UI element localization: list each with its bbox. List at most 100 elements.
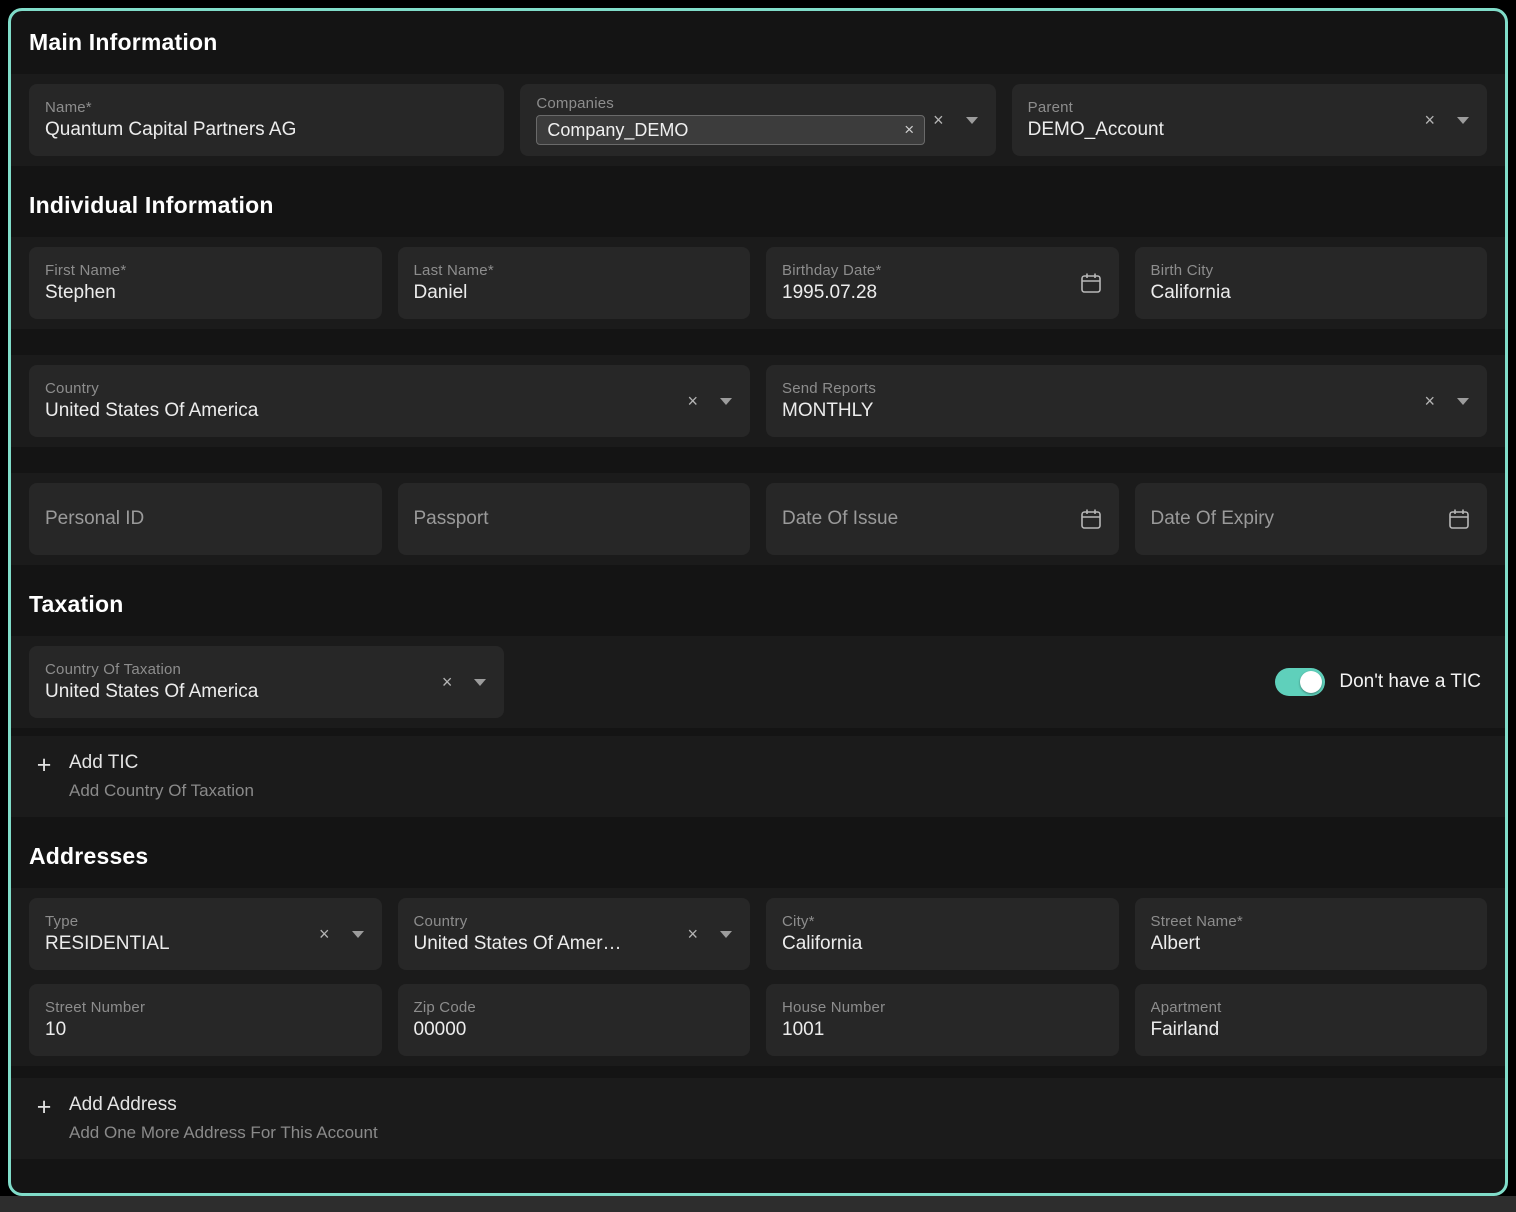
- date-of-expiry-field[interactable]: Date Of Expiry: [1135, 483, 1488, 555]
- house-number-field[interactable]: House Number 1001: [766, 984, 1119, 1056]
- first-name-value: Stephen: [45, 282, 358, 304]
- add-tic-plus-icon: +: [35, 753, 53, 778]
- last-name-value: Daniel: [414, 282, 727, 304]
- page-bottom-strip: [0, 1196, 1516, 1212]
- send-reports-value: MONTHLY: [782, 400, 1416, 422]
- address-country-field[interactable]: Country United States Of Amer… ×: [398, 898, 751, 970]
- personal-id-field[interactable]: Personal ID: [29, 483, 382, 555]
- street-name-field[interactable]: Street Name* Albert: [1135, 898, 1488, 970]
- dont-have-tic-toggle[interactable]: [1275, 668, 1325, 696]
- toggle-knob: [1300, 671, 1322, 693]
- birthday-date-label: Birthday Date*: [782, 262, 1071, 279]
- last-name-label: Last Name*: [414, 262, 727, 279]
- send-reports-clear-icon[interactable]: ×: [1424, 392, 1435, 410]
- add-address-button[interactable]: + Add Address Add One More Address For T…: [29, 1092, 384, 1145]
- add-tic-label: Add TIC: [69, 752, 254, 774]
- passport-placeholder: Passport: [414, 508, 735, 530]
- company-chip[interactable]: Company_DEMO ×: [536, 115, 925, 145]
- street-number-value: 10: [45, 1019, 358, 1041]
- add-address-row: + Add Address Add One More Address For T…: [11, 1078, 1505, 1159]
- address-city-field[interactable]: City* California: [766, 898, 1119, 970]
- birth-city-field[interactable]: Birth City California: [1135, 247, 1488, 319]
- country-of-taxation-chevron-down-icon[interactable]: [474, 679, 486, 686]
- birthday-date-value: 1995.07.28: [782, 282, 1071, 304]
- main-information-row: Name* Quantum Capital Partners AG Compan…: [11, 74, 1505, 166]
- name-field[interactable]: Name* Quantum Capital Partners AG: [29, 84, 504, 156]
- add-tic-row: + Add TIC Add Country Of Taxation: [11, 736, 1505, 817]
- first-name-field[interactable]: First Name* Stephen: [29, 247, 382, 319]
- date-of-issue-field[interactable]: Date Of Issue: [766, 483, 1119, 555]
- send-reports-field[interactable]: Send Reports MONTHLY ×: [766, 365, 1487, 437]
- zip-code-label: Zip Code: [414, 999, 727, 1016]
- individual-names-row: First Name* Stephen Last Name* Daniel Bi…: [11, 237, 1505, 329]
- birth-city-label: Birth City: [1151, 262, 1464, 279]
- date-of-expiry-placeholder: Date Of Expiry: [1151, 508, 1448, 530]
- country-of-taxation-label: Country Of Taxation: [45, 661, 434, 678]
- address-country-clear-icon[interactable]: ×: [687, 925, 698, 943]
- country-of-taxation-value: United States Of America: [45, 681, 434, 703]
- parent-label: Parent: [1028, 99, 1417, 116]
- address-type-label: Type: [45, 913, 311, 930]
- date-of-expiry-calendar-icon[interactable]: [1447, 507, 1471, 531]
- country-field[interactable]: Country United States Of America ×: [29, 365, 750, 437]
- address-type-value: RESIDENTIAL: [45, 933, 311, 955]
- company-chip-label: Company_DEMO: [547, 120, 688, 141]
- country-chevron-down-icon[interactable]: [720, 398, 732, 405]
- taxation-row: Country Of Taxation United States Of Ame…: [11, 636, 1505, 728]
- companies-chevron-down-icon[interactable]: [966, 117, 978, 124]
- passport-field[interactable]: Passport: [398, 483, 751, 555]
- address-city-value: California: [782, 933, 1095, 955]
- section-title-addresses: Addresses: [29, 843, 1487, 870]
- apartment-field[interactable]: Apartment Fairland: [1135, 984, 1488, 1056]
- parent-value: DEMO_Account: [1028, 119, 1417, 141]
- parent-chevron-down-icon[interactable]: [1457, 117, 1469, 124]
- last-name-field[interactable]: Last Name* Daniel: [398, 247, 751, 319]
- apartment-value: Fairland: [1151, 1019, 1464, 1041]
- apartment-label: Apartment: [1151, 999, 1464, 1016]
- address-country-label: Country: [414, 913, 680, 930]
- address-country-value: United States Of Amer…: [414, 933, 680, 955]
- send-reports-label: Send Reports: [782, 380, 1416, 397]
- section-title-individual-information: Individual Information: [29, 192, 1487, 219]
- parent-clear-icon[interactable]: ×: [1424, 111, 1435, 129]
- account-form-panel: Main Information Name* Quantum Capital P…: [8, 8, 1508, 1196]
- companies-field[interactable]: Companies Company_DEMO × ×: [520, 84, 995, 156]
- dont-have-tic-label: Don't have a TIC: [1339, 671, 1481, 693]
- address-city-label: City*: [782, 913, 1095, 930]
- birthday-date-field[interactable]: Birthday Date* 1995.07.28: [766, 247, 1119, 319]
- date-of-issue-calendar-icon[interactable]: [1079, 507, 1103, 531]
- addresses-rows: Type RESIDENTIAL × Country United States…: [11, 888, 1505, 1066]
- birthday-calendar-icon[interactable]: [1079, 271, 1103, 295]
- parent-field[interactable]: Parent DEMO_Account ×: [1012, 84, 1487, 156]
- companies-label: Companies: [536, 95, 925, 112]
- street-number-label: Street Number: [45, 999, 358, 1016]
- personal-id-placeholder: Personal ID: [45, 508, 366, 530]
- individual-country-row: Country United States Of America × Send …: [11, 355, 1505, 447]
- street-number-field[interactable]: Street Number 10: [29, 984, 382, 1056]
- country-of-taxation-clear-icon[interactable]: ×: [442, 673, 453, 691]
- add-tic-button[interactable]: + Add TIC Add Country Of Taxation: [29, 750, 260, 803]
- individual-documents-row: Personal ID Passport Date Of Issue Date …: [11, 473, 1505, 565]
- house-number-label: House Number: [782, 999, 1095, 1016]
- street-name-label: Street Name*: [1151, 913, 1464, 930]
- name-label: Name*: [45, 99, 480, 116]
- section-title-taxation: Taxation: [29, 591, 1487, 618]
- country-value: United States Of America: [45, 400, 679, 422]
- address-type-field[interactable]: Type RESIDENTIAL ×: [29, 898, 382, 970]
- section-title-main-information: Main Information: [29, 29, 1487, 56]
- send-reports-chevron-down-icon[interactable]: [1457, 398, 1469, 405]
- address-type-chevron-down-icon[interactable]: [352, 931, 364, 938]
- country-clear-icon[interactable]: ×: [687, 392, 698, 410]
- companies-clear-icon[interactable]: ×: [933, 111, 944, 129]
- name-value: Quantum Capital Partners AG: [45, 119, 480, 141]
- country-of-taxation-field[interactable]: Country Of Taxation United States Of Ame…: [29, 646, 504, 718]
- address-country-chevron-down-icon[interactable]: [720, 931, 732, 938]
- add-tic-sublabel: Add Country Of Taxation: [69, 781, 254, 801]
- address-type-clear-icon[interactable]: ×: [319, 925, 330, 943]
- chip-remove-icon[interactable]: ×: [904, 120, 914, 140]
- first-name-label: First Name*: [45, 262, 358, 279]
- zip-code-field[interactable]: Zip Code 00000: [398, 984, 751, 1056]
- add-address-sublabel: Add One More Address For This Account: [69, 1123, 378, 1143]
- street-name-value: Albert: [1151, 933, 1464, 955]
- date-of-issue-placeholder: Date Of Issue: [782, 508, 1079, 530]
